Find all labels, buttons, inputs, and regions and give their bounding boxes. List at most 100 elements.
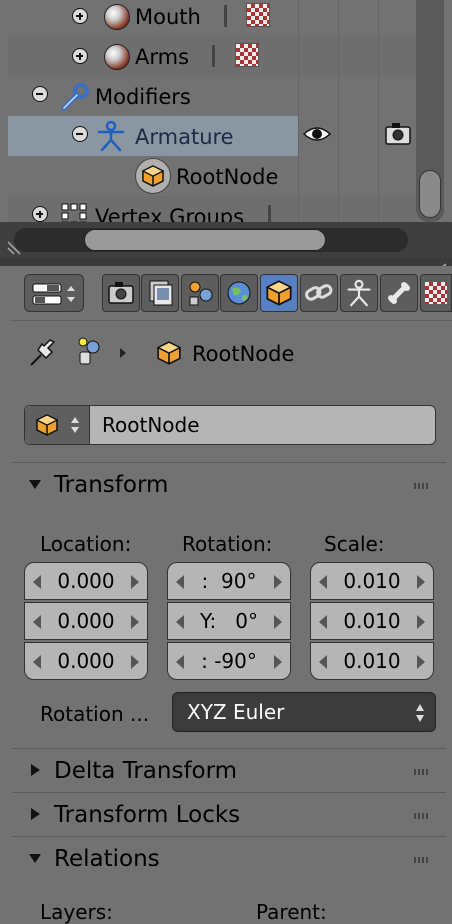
- scale-z-field[interactable]: 0.010: [310, 642, 434, 680]
- outliner-row-armature[interactable]: Armature: [8, 116, 298, 156]
- increment-arrow-icon[interactable]: [274, 655, 282, 669]
- outliner-row-arms[interactable]: Arms: [8, 36, 416, 76]
- expand-plus-icon[interactable]: [72, 8, 88, 24]
- tab-constraints[interactable]: [300, 274, 338, 312]
- field-value: : 90°: [201, 569, 257, 593]
- tab-render[interactable]: [102, 274, 140, 312]
- collapsed-triangle-icon: [31, 764, 40, 776]
- panel-title: Delta Transform: [54, 758, 238, 784]
- field-value: 0.010: [343, 569, 401, 593]
- decrement-arrow-icon[interactable]: [176, 575, 184, 589]
- scene-icon: [189, 281, 213, 306]
- increment-arrow-icon[interactable]: [131, 615, 139, 629]
- increment-arrow-icon[interactable]: [131, 655, 139, 669]
- rotation-x-field[interactable]: : 90°: [167, 562, 291, 600]
- tab-material[interactable]: [420, 274, 452, 312]
- rotation-mode-label: Rotation ...: [40, 702, 150, 726]
- outliner-item-label: Modifiers: [95, 85, 191, 109]
- increment-arrow-icon[interactable]: [274, 575, 282, 589]
- tab-modifiers-armature[interactable]: [340, 274, 378, 312]
- properties-editor: RootNode RootNode Transform Location: Ro…: [0, 266, 452, 924]
- material-icon: [104, 4, 130, 30]
- scale-y-field[interactable]: 0.010: [310, 602, 434, 640]
- panel-header-transform[interactable]: Transform: [12, 462, 446, 507]
- tab-render-layers[interactable]: [141, 274, 179, 312]
- rotation-z-field[interactable]: : -90°: [167, 642, 291, 680]
- expand-plus-icon[interactable]: [72, 48, 88, 64]
- object-datablock-field[interactable]: RootNode: [24, 405, 436, 445]
- render-layers-icon: [149, 280, 173, 306]
- drag-grip-icon[interactable]: [414, 769, 430, 775]
- datablock-browse-button[interactable]: [25, 406, 90, 444]
- horizontal-scrollbar-thumb[interactable]: [84, 229, 326, 251]
- area-divider[interactable]: [0, 258, 452, 266]
- field-value: 0.010: [343, 609, 401, 633]
- rotation-mode-dropdown[interactable]: XYZ Euler: [172, 692, 436, 732]
- armature-icon: [97, 120, 125, 152]
- field-value: 0.000: [57, 649, 115, 673]
- location-y-field[interactable]: 0.000: [24, 602, 148, 640]
- field-value: 0.000: [57, 609, 115, 633]
- constraint-link-icon: [305, 284, 333, 301]
- panel-header-relations[interactable]: Relations: [12, 836, 446, 881]
- texture-checker-icon[interactable]: [246, 3, 270, 27]
- increment-arrow-icon[interactable]: [274, 615, 282, 629]
- collapse-minus-icon[interactable]: [72, 126, 88, 142]
- increment-arrow-icon[interactable]: [131, 575, 139, 589]
- field-value: : -90°: [201, 649, 257, 673]
- layers-label: Layers:: [40, 900, 113, 924]
- decrement-arrow-icon[interactable]: [176, 655, 184, 669]
- panel-header-delta-transform[interactable]: Delta Transform: [12, 748, 446, 793]
- armature-icon: [347, 279, 371, 307]
- drag-grip-icon[interactable]: [414, 813, 430, 819]
- outliner-item-label: RootNode: [176, 165, 279, 189]
- expanded-triangle-icon: [29, 854, 41, 863]
- separator: [212, 45, 215, 67]
- object-cube-icon: [265, 280, 293, 306]
- outliner-item-label: Mouth: [135, 5, 201, 29]
- outliner-item-label: Arms: [135, 45, 190, 69]
- collapse-minus-icon[interactable]: [32, 86, 48, 102]
- decrement-arrow-icon[interactable]: [319, 615, 327, 629]
- location-z-field[interactable]: 0.000: [24, 642, 148, 680]
- editor-type-selector[interactable]: [24, 274, 84, 312]
- outliner-row-mouth[interactable]: Mouth: [8, 0, 416, 36]
- decrement-arrow-icon[interactable]: [33, 575, 41, 589]
- decrement-arrow-icon[interactable]: [319, 575, 327, 589]
- decrement-arrow-icon[interactable]: [33, 655, 41, 669]
- outliner-editor: Mouth Arms Modifiers Armature RootNode V…: [0, 0, 452, 262]
- rotation-y-field[interactable]: Y: 0°: [167, 602, 291, 640]
- location-x-field[interactable]: 0.000: [24, 562, 148, 600]
- expand-plus-icon[interactable]: [32, 206, 48, 222]
- tab-world[interactable]: [220, 274, 258, 312]
- world-icon: [227, 281, 251, 305]
- tab-bone[interactable]: [380, 274, 418, 312]
- increment-arrow-icon[interactable]: [417, 575, 425, 589]
- outliner-item-label: Armature: [135, 125, 234, 149]
- scale-label: Scale:: [324, 532, 385, 556]
- decrement-arrow-icon[interactable]: [319, 655, 327, 669]
- tab-object[interactable]: [260, 274, 298, 312]
- increment-arrow-icon[interactable]: [417, 655, 425, 669]
- pin-icon[interactable]: [28, 338, 58, 368]
- decrement-arrow-icon[interactable]: [33, 615, 41, 629]
- decrement-arrow-icon[interactable]: [176, 615, 184, 629]
- tab-scene[interactable]: [181, 274, 219, 312]
- up-down-arrows-icon: [416, 704, 424, 722]
- vertical-scrollbar-thumb[interactable]: [419, 170, 441, 218]
- drag-grip-icon[interactable]: [414, 483, 430, 489]
- drag-grip-icon[interactable]: [414, 857, 430, 863]
- rotation-label: Rotation:: [182, 532, 273, 556]
- outliner-row-modifiers[interactable]: Modifiers: [8, 76, 416, 116]
- panel-title: Transform Locks: [54, 802, 241, 828]
- area-resize-handle-icon[interactable]: [6, 236, 26, 256]
- outliner-row-rootnode[interactable]: RootNode: [8, 156, 416, 196]
- render-camera-icon[interactable]: [384, 122, 412, 146]
- scale-x-field[interactable]: 0.010: [310, 562, 434, 600]
- eye-visibility-icon[interactable]: [302, 124, 332, 144]
- texture-checker-icon[interactable]: [235, 43, 259, 67]
- increment-arrow-icon[interactable]: [417, 615, 425, 629]
- panel-header-transform-locks[interactable]: Transform Locks: [12, 792, 446, 837]
- material-icon: [104, 44, 130, 70]
- scene-context-icon: [78, 337, 100, 365]
